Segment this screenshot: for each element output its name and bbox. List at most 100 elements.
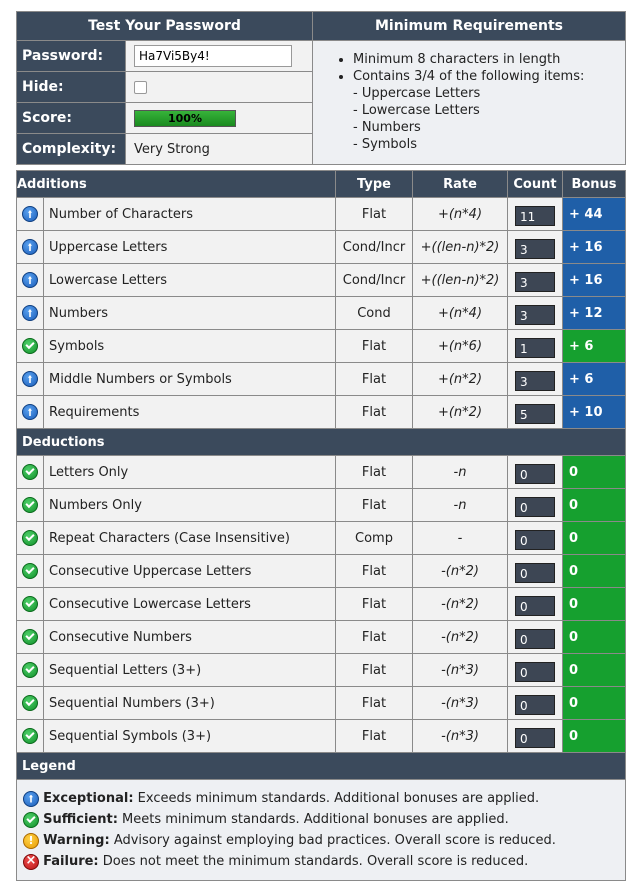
criterion-rate: -(n*2) — [412, 554, 508, 588]
table-row: Repeat Characters (Case Insensitive) Comp… — [16, 521, 626, 555]
criterion-rate: - — [412, 521, 508, 555]
exceptional-icon — [23, 790, 39, 807]
sub-requirement: - Numbers — [353, 120, 421, 135]
criterion-type: Flat — [335, 395, 413, 429]
criterion-type: Flat — [335, 587, 413, 621]
bonus-cell: 0 — [562, 686, 626, 720]
table-row: Sequential Symbols (3+) Flat -(n*3) 0 0 — [16, 719, 626, 753]
criterion-rate: +(n*4) — [412, 197, 508, 231]
table-row: Uppercase Letters Cond/Incr +((len-n)*2) 3 +… — [16, 230, 626, 264]
table-row: Lowercase Letters Cond/Incr +((len-n)*2) 3 +… — [16, 263, 626, 297]
criterion-rate: -(n*2) — [412, 587, 508, 621]
status-cell — [16, 263, 44, 297]
password-input[interactable] — [134, 45, 292, 67]
count-cell: 3 — [507, 230, 563, 264]
status-cell — [16, 230, 44, 264]
criterion-name: Middle Numbers or Symbols — [43, 362, 336, 396]
criterion-name: Sequential Letters (3+) — [43, 653, 336, 687]
bonus-cell: 0 — [562, 521, 626, 555]
count-box: 11 — [515, 205, 555, 226]
score-cell: 100% — [125, 102, 313, 134]
exceptional-icon — [22, 404, 38, 420]
bonus-cell: 0 — [562, 719, 626, 753]
criterion-type: Comp — [335, 521, 413, 555]
bonus-cell: 0 — [562, 554, 626, 588]
criterion-type: Flat — [335, 362, 413, 396]
table-row: Numbers Cond +(n*4) 3 + 12 — [16, 296, 626, 330]
count-box: 0 — [515, 694, 555, 715]
hide-cell — [125, 71, 313, 103]
bonus-cell: 0 — [562, 587, 626, 621]
sub-requirement: - Lowercase Letters — [353, 103, 480, 118]
count-box: 0 — [515, 463, 555, 484]
criterion-rate: -(n*3) — [412, 653, 508, 687]
hide-label: Hide: — [16, 71, 126, 103]
criterion-name: Consecutive Lowercase Letters — [43, 587, 336, 621]
criterion-type: Flat — [335, 686, 413, 720]
status-cell — [16, 296, 44, 330]
criterion-name: Letters Only — [43, 455, 336, 489]
legend-desc: Advisory against employing bad practices… — [113, 833, 556, 848]
status-cell — [16, 362, 44, 396]
criterion-type: Flat — [335, 329, 413, 363]
table-row: Numbers Only Flat -n 0 0 — [16, 488, 626, 522]
table-row: Consecutive Uppercase Letters Flat -(n*2) 0… — [16, 554, 626, 588]
legend-header: Legend — [16, 752, 626, 780]
legend-term: Warning: — [43, 833, 110, 848]
criterion-rate: +(n*2) — [412, 362, 508, 396]
sufficient-icon — [22, 629, 38, 645]
criterion-type: Cond/Incr — [335, 263, 413, 297]
count-header: Count — [507, 170, 563, 198]
warning-icon — [23, 832, 39, 849]
count-cell: 0 — [507, 521, 563, 555]
count-box: 0 — [515, 529, 555, 550]
criterion-name: Requirements — [43, 395, 336, 429]
bonus-cell: + 6 — [562, 362, 626, 396]
count-cell: 5 — [507, 395, 563, 429]
deductions-header: Deductions — [16, 428, 626, 456]
criterion-type: Flat — [335, 488, 413, 522]
legend-body: Exceptional: Exceeds minimum standards. … — [16, 779, 626, 881]
bonus-cell: + 44 — [562, 197, 626, 231]
count-cell: 0 — [507, 587, 563, 621]
count-cell: 0 — [507, 488, 563, 522]
status-cell — [16, 554, 44, 588]
criterion-name: Repeat Characters (Case Insensitive) — [43, 521, 336, 555]
exceptional-icon — [22, 239, 38, 255]
criterion-type: Flat — [335, 620, 413, 654]
criterion-rate: -(n*3) — [412, 686, 508, 720]
count-cell: 0 — [507, 719, 563, 753]
status-cell — [16, 329, 44, 363]
sufficient-icon — [22, 563, 38, 579]
table-row: Requirements Flat +(n*2) 5 + 10 — [16, 395, 626, 429]
count-cell: 0 — [507, 620, 563, 654]
hide-checkbox[interactable] — [134, 80, 147, 94]
additions-header: Additions — [16, 170, 336, 198]
count-box: 0 — [515, 562, 555, 583]
scoring-table: Additions Type Rate Count Bonus Number o… — [16, 170, 626, 753]
sufficient-icon — [22, 338, 38, 354]
criterion-name: Numbers Only — [43, 488, 336, 522]
criterion-rate: -n — [412, 488, 508, 522]
bonus-cell: 0 — [562, 488, 626, 522]
bonus-cell: + 16 — [562, 263, 626, 297]
sub-requirement: - Uppercase Letters — [353, 86, 481, 101]
criterion-name: Consecutive Numbers — [43, 620, 336, 654]
sufficient-icon — [22, 464, 38, 480]
criterion-name: Consecutive Uppercase Letters — [43, 554, 336, 588]
complexity-label: Complexity: — [16, 133, 126, 165]
count-cell: 0 — [507, 686, 563, 720]
count-box: 0 — [515, 496, 555, 517]
exceptional-icon — [22, 305, 38, 321]
sufficient-icon — [22, 530, 38, 546]
count-box: 0 — [515, 595, 555, 616]
status-cell — [16, 620, 44, 654]
score-bar: 100% — [134, 109, 236, 127]
criterion-name: Sequential Numbers (3+) — [43, 686, 336, 720]
criterion-rate: +(n*6) — [412, 329, 508, 363]
table-row: Sequential Letters (3+) Flat -(n*3) 0 0 — [16, 653, 626, 687]
legend-item: Exceptional: Exceeds minimum standards. … — [23, 788, 619, 809]
count-cell: 0 — [507, 455, 563, 489]
criterion-name: Number of Characters — [43, 197, 336, 231]
count-cell: 3 — [507, 362, 563, 396]
